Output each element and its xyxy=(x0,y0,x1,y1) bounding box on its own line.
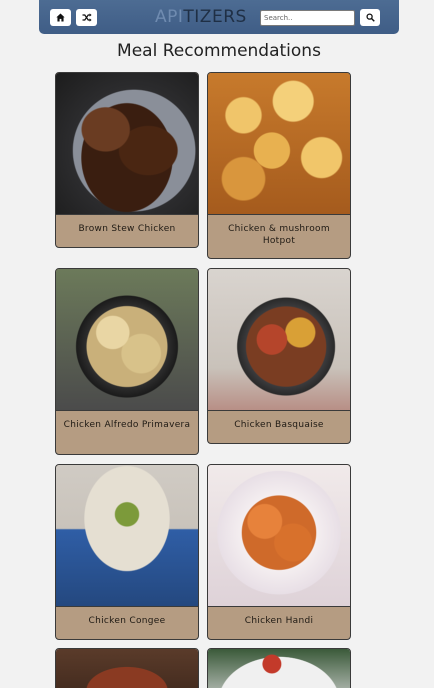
home-button[interactable] xyxy=(50,9,71,26)
meal-image[interactable] xyxy=(208,73,350,215)
top-navbar: APITIZERS xyxy=(39,0,399,34)
meal-card[interactable]: Chicken Alfredo Primavera xyxy=(55,268,199,455)
random-meal-button[interactable] xyxy=(76,9,97,26)
meal-card[interactable]: Chicken Basquaise xyxy=(207,268,351,444)
meal-card[interactable]: Chicken Congee xyxy=(55,464,199,640)
meal-image[interactable] xyxy=(208,465,350,607)
app-logo[interactable]: APITIZERS xyxy=(155,5,247,29)
meal-name[interactable]: Chicken Basquaise xyxy=(208,411,350,431)
meal-image[interactable] xyxy=(56,269,198,411)
meal-image[interactable] xyxy=(56,649,198,688)
logo-text-tizers: TIZERS xyxy=(183,7,247,27)
meal-name[interactable]: Chicken Congee xyxy=(56,607,198,627)
search-icon xyxy=(365,13,375,22)
meal-name[interactable]: Brown Stew Chicken xyxy=(56,215,198,235)
meal-card[interactable]: Brown Stew Chicken xyxy=(55,72,199,248)
page-title: Meal Recommendations xyxy=(117,41,321,61)
meal-name[interactable]: Chicken & mushroom Hotpot xyxy=(208,215,350,247)
meal-image[interactable] xyxy=(56,465,198,607)
meal-card[interactable] xyxy=(207,648,351,688)
meal-image[interactable] xyxy=(56,73,198,215)
home-icon xyxy=(56,13,65,22)
logo-text-api: API xyxy=(155,7,184,27)
search-button[interactable] xyxy=(360,9,380,26)
shuffle-icon xyxy=(82,13,92,22)
meal-image[interactable] xyxy=(208,649,350,688)
meal-name[interactable]: Chicken Handi xyxy=(208,607,350,627)
meal-card[interactable]: Chicken & mushroom Hotpot xyxy=(207,72,351,259)
meal-card[interactable]: Chicken Handi xyxy=(207,464,351,640)
meal-image[interactable] xyxy=(208,269,350,411)
meal-name[interactable]: Chicken Alfredo Primavera xyxy=(56,411,198,431)
meal-card[interactable] xyxy=(55,648,199,688)
search-input[interactable] xyxy=(260,10,355,26)
